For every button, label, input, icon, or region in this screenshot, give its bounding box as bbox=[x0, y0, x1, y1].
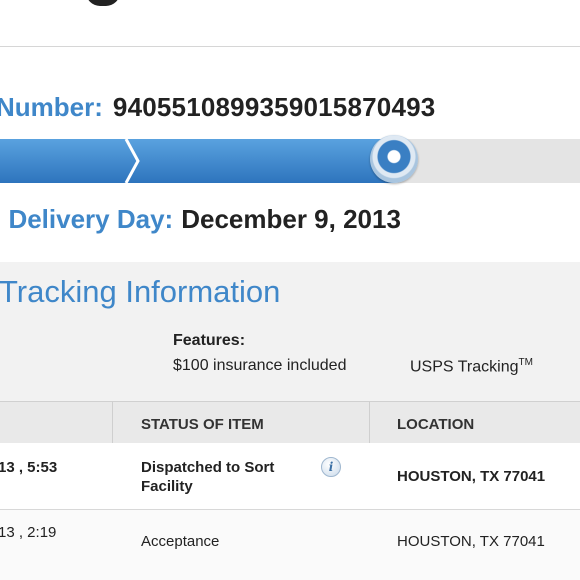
feature-usps-tracking-text: USPS Tracking bbox=[410, 358, 519, 376]
features-label: Features: bbox=[173, 332, 246, 349]
delivery-day-row: l Delivery Day: December 9, 2013 bbox=[0, 204, 401, 240]
info-icon[interactable]: i bbox=[321, 457, 341, 477]
row-location: HOUSTON, TX 77041 bbox=[397, 533, 545, 550]
tracking-table-header bbox=[0, 401, 580, 444]
trademark-mark: TM bbox=[518, 357, 533, 368]
header-heading-fragment bbox=[86, 0, 120, 6]
row-datetime: 13 , 2:19 bbox=[0, 524, 57, 541]
row-location: HOUSTON, TX 77041 bbox=[397, 468, 546, 485]
delivery-day-value: December 9, 2013 bbox=[181, 204, 401, 234]
tracking-info-title: Tracking Information bbox=[0, 274, 281, 309]
row-status-line2: Facility bbox=[141, 478, 193, 495]
feature-insurance: $100 insurance included bbox=[173, 357, 347, 374]
tracking-number-label: Number: bbox=[0, 92, 103, 122]
row-status: Acceptance bbox=[141, 533, 220, 550]
tracking-number-row: Number: 9405510899359015870493 bbox=[0, 92, 435, 128]
delivery-progress-bar bbox=[0, 135, 580, 183]
delivery-day-label: l Delivery Day: bbox=[0, 204, 174, 234]
header-status-of-item: STATUS OF ITEM bbox=[141, 416, 264, 433]
row-status-line1: Dispatched to Sort bbox=[141, 459, 275, 476]
page-header-strip bbox=[0, 0, 580, 47]
header-divider bbox=[0, 46, 580, 47]
row-datetime: 13 , 5:53 bbox=[0, 459, 58, 476]
tracking-number-value: 9405510899359015870493 bbox=[112, 92, 436, 122]
feature-usps-tracking: USPS TrackingTM bbox=[410, 357, 533, 376]
header-location: LOCATION bbox=[397, 416, 475, 433]
progress-marker-icon bbox=[370, 135, 418, 183]
progress-chevron-icon bbox=[124, 139, 140, 183]
